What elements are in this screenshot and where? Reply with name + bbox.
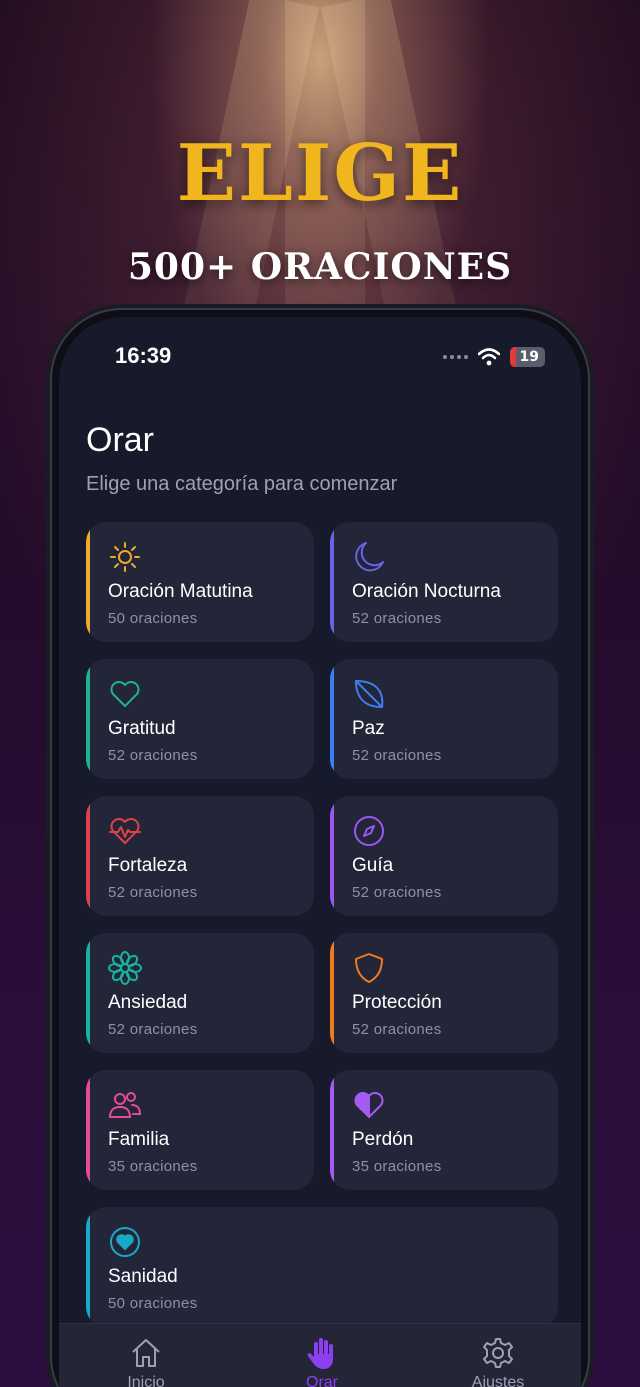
category-card-perdon[interactable]: Perdón 35 oraciones	[330, 1070, 558, 1190]
category-count: 52 oraciones	[352, 884, 442, 901]
category-name: Familia	[108, 1129, 170, 1150]
tab-label: Inicio	[127, 1374, 165, 1387]
category-count: 35 oraciones	[108, 1158, 198, 1175]
category-count: 35 oraciones	[352, 1158, 442, 1175]
status-icons: 19	[442, 347, 545, 367]
sun-icon	[110, 542, 140, 572]
moon-icon	[355, 542, 384, 572]
category-name: Oración Nocturna	[352, 581, 501, 602]
category-name: Ansiedad	[108, 992, 188, 1013]
category-card-familia[interactable]: Familia 35 oraciones	[86, 1070, 314, 1190]
category-card-paz[interactable]: Paz 52 oraciones	[330, 659, 558, 779]
card-accent	[330, 1070, 334, 1190]
card-accent	[330, 933, 334, 1053]
app-screen: 16:39 19 Orar Elige una categoría para c…	[59, 317, 581, 1387]
tab-inicio[interactable]: Inicio	[86, 1336, 206, 1387]
category-name: Sanidad	[108, 1266, 178, 1287]
category-card-oracion-matutina[interactable]: Oración Matutina 50 oraciones	[86, 522, 314, 642]
heartbeat-icon	[109, 818, 141, 844]
phone-frame: 16:39 19 Orar Elige una categoría para c…	[50, 308, 590, 1387]
category-name: Gratitud	[108, 718, 176, 739]
home-icon	[132, 1339, 160, 1367]
category-count: 50 oraciones	[108, 1295, 198, 1312]
category-card-oracion-nocturna[interactable]: Oración Nocturna 52 oraciones	[330, 522, 558, 642]
category-card-ansiedad[interactable]: Ansiedad 52 oraciones	[86, 933, 314, 1053]
card-accent	[86, 933, 90, 1053]
tab-label: Ajustes	[471, 1374, 525, 1387]
category-name: Fortaleza	[108, 855, 188, 876]
category-name: Guía	[352, 855, 394, 876]
category-count: 52 oraciones	[352, 747, 442, 764]
card-accent	[86, 796, 90, 916]
card-accent	[330, 659, 334, 779]
category-card-proteccion[interactable]: Protección 52 oraciones	[330, 933, 558, 1053]
flower-icon	[108, 951, 142, 985]
status-time: 16:39	[115, 343, 172, 368]
hand-icon	[307, 1338, 333, 1369]
battery-indicator: 19	[509, 347, 545, 367]
leaf-icon	[355, 680, 384, 708]
category-count: 52 oraciones	[108, 884, 198, 901]
category-name: Perdón	[352, 1129, 414, 1150]
hero-title: ELIGE	[176, 128, 464, 219]
compass-icon	[354, 816, 384, 846]
card-accent	[330, 796, 334, 916]
category-card-guia[interactable]: Guía 52 oraciones	[330, 796, 558, 916]
category-name: Protección	[352, 992, 442, 1013]
tab-ajustes[interactable]: Ajustes	[438, 1336, 558, 1387]
half-heart-icon	[354, 1092, 384, 1118]
category-name: Paz	[352, 718, 385, 739]
category-card-gratitud[interactable]: Gratitud 52 oraciones	[86, 659, 314, 779]
users-icon	[108, 1092, 142, 1118]
tab-bar: Inicio Orar Ajustes	[59, 1323, 581, 1387]
gear-icon	[483, 1338, 513, 1368]
card-accent	[86, 659, 90, 779]
card-accent	[86, 522, 90, 642]
heart-icon	[110, 681, 140, 707]
hero-subtitle: 500+ ORACIONES	[127, 246, 513, 288]
tab-label: Orar	[306, 1374, 338, 1387]
category-card-fortaleza[interactable]: Fortaleza 52 oraciones	[86, 796, 314, 916]
category-name: Oración Matutina	[108, 581, 253, 602]
tab-orar[interactable]: Orar	[262, 1336, 382, 1387]
heart-circle-icon	[110, 1227, 140, 1257]
card-accent	[86, 1070, 90, 1190]
category-count: 50 oraciones	[108, 610, 198, 627]
card-accent	[330, 522, 334, 642]
signal-icon	[442, 355, 468, 359]
category-card-sanidad[interactable]: Sanidad 50 oraciones	[86, 1207, 558, 1327]
shield-icon	[355, 953, 383, 983]
battery-level: 19	[519, 349, 539, 365]
category-count: 52 oraciones	[352, 610, 442, 627]
category-count: 52 oraciones	[352, 1021, 442, 1038]
wifi-icon	[477, 348, 500, 366]
category-count: 52 oraciones	[108, 1021, 198, 1038]
category-count: 52 oraciones	[108, 747, 198, 764]
card-accent	[86, 1207, 90, 1327]
page-title: Orar	[86, 421, 154, 459]
page-subtitle: Elige una categoría para comenzar	[86, 473, 398, 495]
